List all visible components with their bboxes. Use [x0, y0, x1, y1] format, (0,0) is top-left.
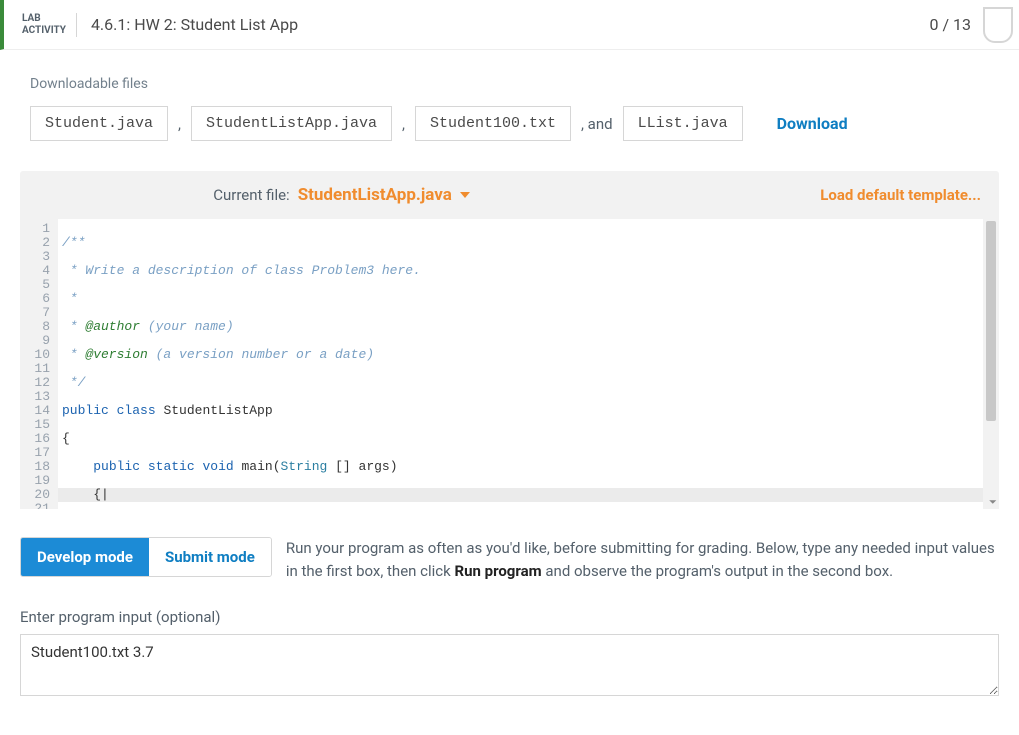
separator: , — [402, 115, 405, 133]
lab-activity-badge: LAB ACTIVITY — [12, 13, 77, 37]
score-total: 13 — [953, 15, 971, 34]
load-default-template-link[interactable]: Load default template... — [820, 186, 981, 204]
score-display: 0 / 13 — [929, 15, 971, 34]
current-file-name: StudentListApp.java — [298, 185, 452, 205]
scrollbar-vertical[interactable] — [983, 219, 999, 509]
scrollbar-thumb[interactable] — [986, 221, 996, 421]
downloadable-files-label: Downloadable files — [30, 76, 999, 92]
file-list: Student.java , StudentListApp.java , Stu… — [20, 106, 999, 141]
file-chip[interactable]: Student100.txt — [415, 106, 571, 141]
run-program-text: Run program — [454, 562, 541, 580]
lab-title: 4.6.1: HW 2: Student List App — [77, 15, 930, 34]
program-input[interactable] — [20, 634, 999, 696]
program-input-label: Enter program input (optional) — [20, 608, 999, 626]
file-chip[interactable]: StudentListApp.java — [191, 106, 392, 141]
mode-description: Run your program as often as you'd like,… — [286, 537, 999, 584]
line-gutter: 123456789101112131415161718192021 — [20, 219, 58, 509]
score-sep: / — [938, 15, 953, 34]
editor-panel: Current file: StudentListApp.java Load d… — [20, 171, 999, 509]
mode-desc-text2: and observe the program's output in the … — [542, 562, 893, 580]
lab-label-line2: ACTIVITY — [22, 25, 66, 37]
separator: , and — [581, 115, 613, 133]
score-badge-icon — [983, 7, 1013, 43]
code-editor[interactable]: 123456789101112131415161718192021 /** * … — [20, 219, 999, 509]
submit-mode-button[interactable]: Submit mode — [149, 538, 271, 576]
download-link[interactable]: Download — [777, 114, 848, 133]
file-chip[interactable]: Student.java — [30, 106, 168, 141]
lab-header: LAB ACTIVITY 4.6.1: HW 2: Student List A… — [0, 0, 1019, 50]
chevron-down-icon — [460, 192, 470, 198]
mode-toggle: Develop mode Submit mode — [20, 537, 272, 577]
editor-header: Current file: StudentListApp.java Load d… — [20, 171, 999, 219]
develop-mode-button[interactable]: Develop mode — [21, 538, 149, 576]
code-content[interactable]: /** * Write a description of class Probl… — [58, 219, 999, 509]
lab-label-line1: LAB — [22, 13, 66, 25]
resize-icon[interactable] — [986, 496, 996, 506]
file-chip[interactable]: LList.java — [623, 106, 743, 141]
current-file-dropdown[interactable]: StudentListApp.java — [298, 185, 470, 205]
separator: , — [178, 115, 181, 133]
mode-row: Develop mode Submit mode Run your progra… — [20, 537, 999, 584]
current-file-label: Current file: — [213, 186, 289, 204]
